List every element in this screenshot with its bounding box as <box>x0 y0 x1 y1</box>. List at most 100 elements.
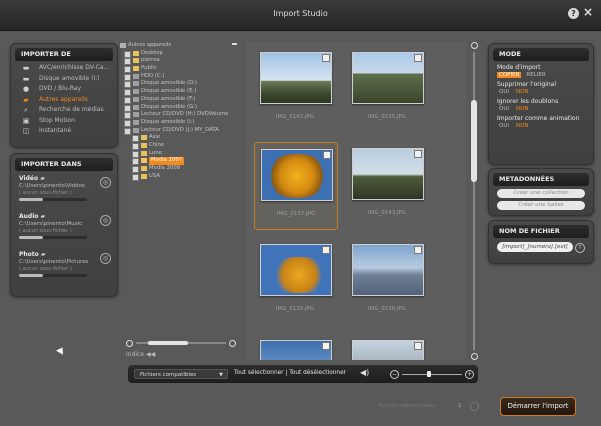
tree-node[interactable]: Chine <box>118 142 242 150</box>
import-destination: Photo ▰ C:\Users\pinento\Pictures( aucun … <box>19 251 111 285</box>
destination-subfolder[interactable]: ( aucun sous-fichier ) <box>19 190 111 196</box>
drive-icon <box>133 81 139 87</box>
media-thumbnail[interactable] <box>346 334 428 360</box>
import-source-item[interactable]: ▬ AVC/enrichisse DV-Ca... <box>11 63 117 74</box>
destination-path[interactable]: C:\Users\pinento\Pictures <box>19 259 111 265</box>
help-icon[interactable]: ? <box>568 8 579 19</box>
scroll-right-icon[interactable] <box>229 340 236 347</box>
import-source-item[interactable]: ▬ Disque amovible (I:) <box>11 74 117 85</box>
thumbnail-checkbox[interactable] <box>414 246 422 254</box>
mode-option-choice[interactable]: NON <box>514 123 531 129</box>
start-import-button[interactable]: Démarrer l'import <box>500 397 576 416</box>
mountain-trees-icon <box>352 148 424 200</box>
zoom-slider[interactable]: − + <box>390 369 474 379</box>
destination-path[interactable]: C:\Users\pinento\Music <box>19 221 111 227</box>
import-source-item[interactable]: ● DVD / Blu-Ray <box>11 84 117 95</box>
mode-option-choice[interactable]: OUI <box>497 123 511 129</box>
tree-node-label: HDD (C:) <box>141 72 165 79</box>
thumbnail-checkbox[interactable] <box>322 246 330 254</box>
disk-usage-fill <box>19 274 43 277</box>
media-thumbnail[interactable]: IMG_0142.JPG <box>254 46 336 132</box>
create-tag-button[interactable]: Créer une balise <box>497 201 585 210</box>
media-thumbnail[interactable]: IMG_0136.JPG <box>346 238 428 324</box>
reset-destination-icon[interactable]: ◎ <box>100 215 111 226</box>
media-thumbnail[interactable] <box>254 334 336 360</box>
selected-info-icon[interactable] <box>470 402 479 411</box>
thumbnail-checkbox[interactable] <box>323 151 331 159</box>
media-thumbnail[interactable]: IMG_0139.JPG <box>254 238 336 324</box>
select-all-link[interactable]: Tout sélectionner <box>234 370 284 376</box>
destination-label-text: Audio <box>19 213 39 220</box>
import-source-item[interactable]: ▣ Stop Motion <box>11 116 117 127</box>
reset-destination-icon[interactable]: ◎ <box>100 253 111 264</box>
tree-node-label: Lecteur CD/DVD (H:) DVDVolume <box>141 111 229 118</box>
tree-node[interactable]: USA <box>118 173 242 181</box>
speaker-icon[interactable]: ◀) <box>360 368 369 377</box>
tree-scroll-thumb[interactable] <box>148 341 188 345</box>
mode-option-choice[interactable]: OUI <box>497 106 511 112</box>
media-thumbnail[interactable]: IMG_0135.JPG <box>346 46 428 132</box>
zoom-out-icon[interactable]: − <box>390 370 399 379</box>
zoom-in-icon[interactable]: + <box>465 370 474 379</box>
thumbnail-checkbox[interactable] <box>322 54 330 62</box>
expand-toggle-icon[interactable] <box>132 173 139 181</box>
deselect-all-link[interactable]: Tout désélectionner <box>289 370 346 376</box>
scroll-left-icon[interactable] <box>126 340 133 347</box>
tree-collapse-icon[interactable] <box>232 43 237 45</box>
thumbnail-filename: IMG_0143.JPG <box>367 210 407 216</box>
tree-node[interactable]: Desktop <box>118 50 242 58</box>
tree-node[interactable]: Disque amovible (F:) <box>118 96 242 104</box>
tree-node-label: Lecteur CD/DVD (J:) MY_DATA <box>141 126 219 133</box>
thumbnail-checkbox[interactable] <box>414 54 422 62</box>
filename-help-icon[interactable]: ? <box>575 243 585 253</box>
mode-header: MODE <box>493 48 589 61</box>
import-source-item[interactable]: ▰ Autres appareils <box>11 95 117 106</box>
tree-node[interactable]: Disque amovible (E:) <box>118 88 242 97</box>
destination-label: Audio ▰ <box>19 213 111 220</box>
stop-motion-icon: ▣ <box>22 116 30 125</box>
tree-node[interactable]: Media 2007 <box>118 157 242 166</box>
thumbnail-checkbox[interactable] <box>322 342 330 350</box>
file-type-filter-dropdown[interactable]: Fichiers compatibles ▼ <box>134 369 228 379</box>
tree-node[interactable]: Asie <box>118 134 242 143</box>
mode-option-choice[interactable]: OUI <box>497 89 511 95</box>
scroll-up-icon[interactable] <box>471 42 478 49</box>
zoom-slider-handle[interactable] <box>427 371 432 377</box>
close-icon[interactable]: × <box>583 5 593 19</box>
destination-subfolder[interactable]: ( aucun sous-fichier ) <box>19 228 111 234</box>
folder-icon: ▰ <box>23 95 29 104</box>
tree-node[interactable]: Autres appareils <box>118 42 242 50</box>
filename-template-field[interactable]: [import]_[numéro].[ext] <box>497 242 573 252</box>
file-type-filter-value: Fichiers compatibles <box>140 372 197 378</box>
tree-parent-link[interactable]: Indice ◀◀ <box>126 351 155 358</box>
mode-option-choice[interactable]: COPIER <box>497 72 522 78</box>
tree-node[interactable]: Lecteur CD/DVD (H:) DVDVolume <box>118 111 242 120</box>
tree-node[interactable]: Lune <box>118 150 242 158</box>
import-source-item[interactable]: ◫ Instantané <box>11 126 117 137</box>
destination-subfolder[interactable]: ( aucun sous-fichier ) <box>19 266 111 272</box>
tree-node[interactable]: HDD (C:) <box>118 73 242 81</box>
import-source-item[interactable]: ⌕ Recherche de médias <box>11 105 117 116</box>
reset-destination-icon[interactable]: ◎ <box>100 177 111 188</box>
thumbnail-checkbox[interactable] <box>414 342 422 350</box>
destination-path[interactable]: C:\Users\pinento\Vidéos <box>19 183 111 189</box>
thumbnail-checkbox[interactable] <box>414 150 422 158</box>
drive-icon <box>133 119 139 125</box>
scroll-down-icon[interactable] <box>471 353 478 360</box>
grid-vertical-scrollbar[interactable] <box>470 42 478 360</box>
create-collection-button[interactable]: Créer une collection <box>497 189 585 198</box>
tree-node[interactable]: Disque amovible (G:) <box>118 104 242 112</box>
tree-node[interactable]: Public <box>118 65 242 74</box>
tree-node[interactable]: Media 2008 <box>118 165 242 173</box>
mode-option-choice[interactable]: NON <box>514 89 531 95</box>
grid-scroll-thumb[interactable] <box>471 100 477 182</box>
mode-option-choice[interactable]: NON <box>514 106 531 112</box>
mode-option-choice[interactable]: RELIER <box>524 72 547 78</box>
tree-horizontal-scrollbar[interactable] <box>126 340 236 347</box>
tree-node[interactable]: pierrea <box>118 57 242 66</box>
tree-node[interactable]: Lecteur CD/DVD (J:) MY_DATA <box>118 127 242 135</box>
tree-node[interactable]: Disque amovible (I:) <box>118 119 242 127</box>
media-thumbnail[interactable]: IMG_0143.JPG <box>346 142 428 228</box>
tree-node[interactable]: Disque amovible (D:) <box>118 80 242 89</box>
media-thumbnail[interactable]: IMG_0137.JPG <box>254 142 338 230</box>
